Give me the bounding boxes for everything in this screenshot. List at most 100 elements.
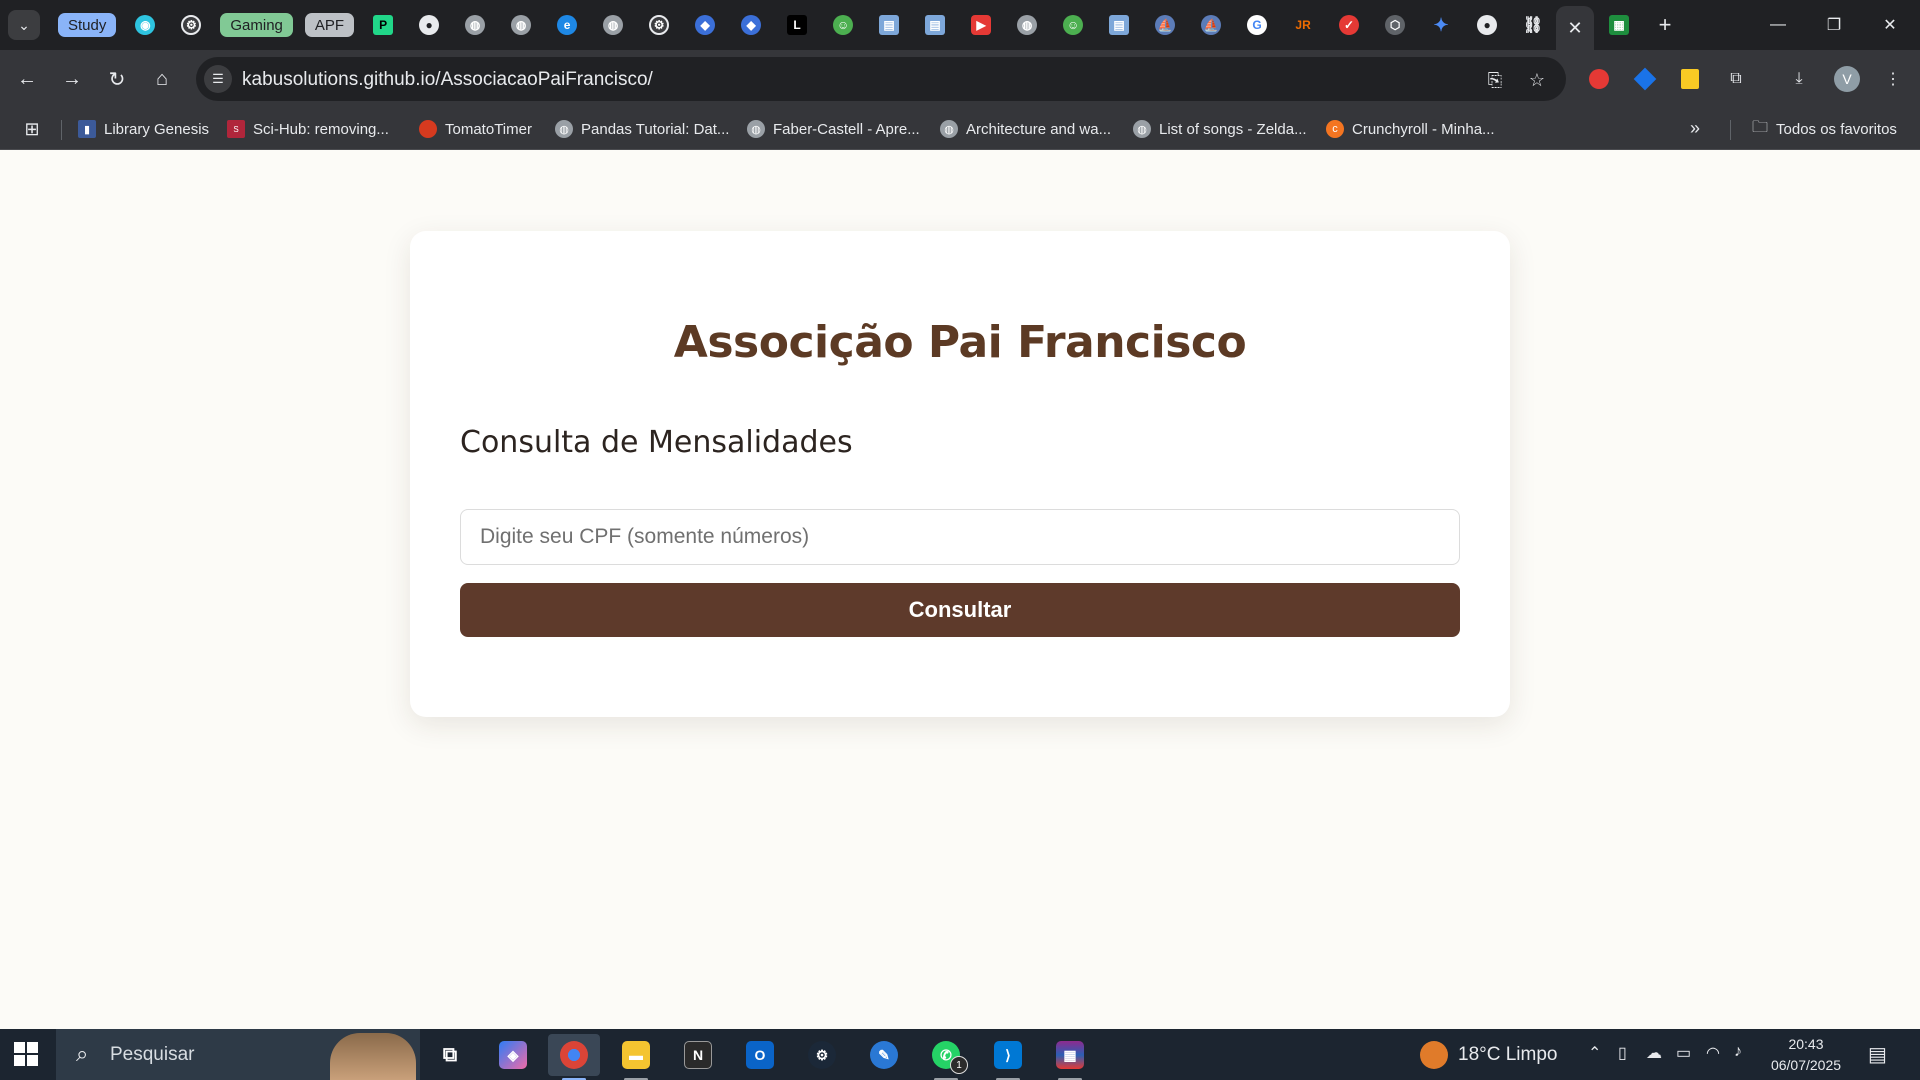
- tab-favicon[interactable]: ▦: [1596, 0, 1642, 50]
- tab-favicon[interactable]: P: [360, 0, 406, 50]
- extension-shield-icon[interactable]: [1633, 67, 1657, 91]
- bookmark-item[interactable]: ◍ Architecture and wa...: [940, 108, 1111, 150]
- apps-grid-icon[interactable]: ⊞: [20, 118, 44, 140]
- divider: [61, 120, 62, 140]
- all-bookmarks-folder[interactable]: 🗀 Todos os favoritos: [1752, 108, 1897, 150]
- menu-kebab-icon[interactable]: ⋮: [1881, 67, 1905, 91]
- bookmark-item[interactable]: ▮ Library Genesis: [78, 108, 209, 150]
- tab-icons-row: Study ◉ ⚙ Gaming APF P ● ◍ ◍ e ◍ ⚙ ◆ ◆ L…: [52, 0, 1556, 50]
- outlook-button[interactable]: O: [734, 1034, 786, 1076]
- home-button[interactable]: ⌂: [145, 62, 179, 96]
- tab-favicon[interactable]: JR: [1280, 0, 1326, 50]
- install-app-icon[interactable]: ⎘: [1482, 67, 1508, 93]
- task-view-button[interactable]: ⧉: [424, 1034, 476, 1076]
- tab-favicon[interactable]: e: [544, 0, 590, 50]
- forward-button[interactable]: →: [55, 62, 89, 96]
- tab-favicon[interactable]: ✦: [1418, 0, 1464, 50]
- address-bar[interactable]: ☰ kabusolutions.github.io/AssociacaoPaiF…: [196, 57, 1566, 101]
- tab-favicon[interactable]: ◆: [682, 0, 728, 50]
- site-info-icon[interactable]: ☰: [204, 65, 232, 93]
- bookmark-item[interactable]: ◍ List of songs - Zelda...: [1133, 108, 1307, 150]
- sheets-icon: ▦: [1609, 15, 1629, 35]
- device-icon[interactable]: ▯: [1618, 1043, 1627, 1063]
- tab-favicon[interactable]: ▶: [958, 0, 1004, 50]
- bookmark-item[interactable]: ◍ Faber-Castell - Apre...: [747, 108, 920, 150]
- notifications-icon[interactable]: ▤: [1868, 1042, 1887, 1067]
- tab-favicon[interactable]: ◍: [498, 0, 544, 50]
- bookmark-item[interactable]: TomatoTimer: [419, 108, 532, 150]
- chevron-up-icon[interactable]: ⌃: [1588, 1043, 1601, 1063]
- tab-favicon[interactable]: ⚙: [168, 0, 214, 50]
- profile-avatar[interactable]: V: [1834, 66, 1860, 92]
- doc-icon: ▤: [925, 15, 946, 35]
- github-icon: ●: [419, 15, 440, 35]
- tab-favicon[interactable]: ⛓: [1510, 0, 1556, 50]
- steam-button[interactable]: ⚙: [796, 1034, 848, 1076]
- globe-icon: ◍: [940, 120, 958, 138]
- bookmark-star-icon[interactable]: ☆: [1524, 67, 1550, 93]
- vscode-button[interactable]: ⟩: [982, 1034, 1034, 1080]
- bookmark-item[interactable]: ◍ Pandas Tutorial: Dat...: [555, 108, 729, 150]
- tab-favicon[interactable]: ⛵: [1142, 0, 1188, 50]
- back-button[interactable]: ←: [10, 62, 44, 96]
- cloud-icon[interactable]: ☁: [1646, 1043, 1662, 1063]
- extension-hand-icon[interactable]: [1587, 67, 1611, 91]
- tab-group-apf[interactable]: APF: [304, 13, 355, 37]
- url-text[interactable]: kabusolutions.github.io/AssociacaoPaiFra…: [242, 69, 653, 91]
- consultar-button[interactable]: Consultar: [460, 583, 1460, 637]
- tab-favicon[interactable]: ▤: [1096, 0, 1142, 50]
- window-close-button[interactable]: ✕: [1862, 0, 1918, 50]
- tab-favicon[interactable]: ◆: [728, 0, 774, 50]
- weather-widget[interactable]: 18°C Limpo: [1420, 1029, 1557, 1080]
- tab-favicon[interactable]: ⬡: [1372, 0, 1418, 50]
- new-tab-button[interactable]: +: [1650, 10, 1680, 40]
- bookmark-item[interactable]: S Sci-Hub: removing...: [227, 108, 389, 150]
- extensions-puzzle-icon[interactable]: ⧉: [1724, 67, 1748, 91]
- sailboat-icon: ⛵: [1155, 15, 1176, 35]
- file-explorer-button[interactable]: ▬: [610, 1034, 662, 1080]
- smile-icon: ☺: [1063, 15, 1084, 35]
- chrome-taskbar-button[interactable]: [548, 1034, 600, 1080]
- active-tab-close-button[interactable]: ✕: [1556, 6, 1594, 50]
- minimize-button[interactable]: —: [1750, 0, 1806, 50]
- wifi-icon[interactable]: ◠: [1706, 1043, 1720, 1063]
- taskbar-search-box[interactable]: ⌕ Pesquisar: [56, 1029, 420, 1080]
- tab-group-gaming[interactable]: Gaming: [220, 13, 293, 37]
- app-button[interactable]: ✎: [858, 1034, 910, 1076]
- download-icon[interactable]: ⤓: [1787, 67, 1811, 91]
- tab-favicon[interactable]: ☺: [820, 0, 866, 50]
- tab-favicon[interactable]: ▤: [866, 0, 912, 50]
- notification-badge: 1: [950, 1056, 968, 1074]
- maximize-button[interactable]: ❐: [1806, 0, 1862, 50]
- cpf-input[interactable]: [460, 509, 1460, 565]
- tab-favicon[interactable]: ◍: [590, 0, 636, 50]
- tab-favicon[interactable]: ●: [1464, 0, 1510, 50]
- tab-favicon[interactable]: ☺: [1050, 0, 1096, 50]
- red-circle-icon: ✓: [1339, 15, 1360, 35]
- windows-start-icon[interactable]: [14, 1042, 38, 1066]
- extension-note-icon[interactable]: [1678, 67, 1702, 91]
- winrar-button[interactable]: ▦: [1044, 1034, 1096, 1080]
- favicon-icon: ◉: [135, 15, 156, 35]
- tab-favicon[interactable]: ⛵: [1188, 0, 1234, 50]
- tab-favicon[interactable]: L: [774, 0, 820, 50]
- tab-search-button[interactable]: ⌄: [8, 10, 40, 40]
- tab-favicon[interactable]: ◉: [122, 0, 168, 50]
- tab-favicon[interactable]: ✓: [1326, 0, 1372, 50]
- tab-favicon[interactable]: ⚙: [636, 0, 682, 50]
- tab-favicon[interactable]: ▤: [912, 0, 958, 50]
- tab-favicon[interactable]: G: [1234, 0, 1280, 50]
- tab-favicon[interactable]: ●: [406, 0, 452, 50]
- volume-icon[interactable]: ♪: [1734, 1043, 1742, 1061]
- more-bookmarks-chevron-icon[interactable]: »: [1690, 118, 1700, 139]
- copilot-button[interactable]: ◈: [487, 1034, 539, 1076]
- whatsapp-button[interactable]: ✆ 1: [920, 1034, 972, 1080]
- clock[interactable]: 20:43 06/07/2025: [1764, 1034, 1848, 1076]
- battery-icon[interactable]: ▭: [1676, 1043, 1691, 1063]
- tab-favicon[interactable]: ◍: [1004, 0, 1050, 50]
- tab-favicon[interactable]: ◍: [452, 0, 498, 50]
- tab-group-study[interactable]: Study: [58, 13, 117, 37]
- reload-button[interactable]: ↻: [100, 62, 134, 96]
- notion-button[interactable]: N: [672, 1034, 724, 1076]
- bookmark-item[interactable]: c Crunchyroll - Minha...: [1326, 108, 1495, 150]
